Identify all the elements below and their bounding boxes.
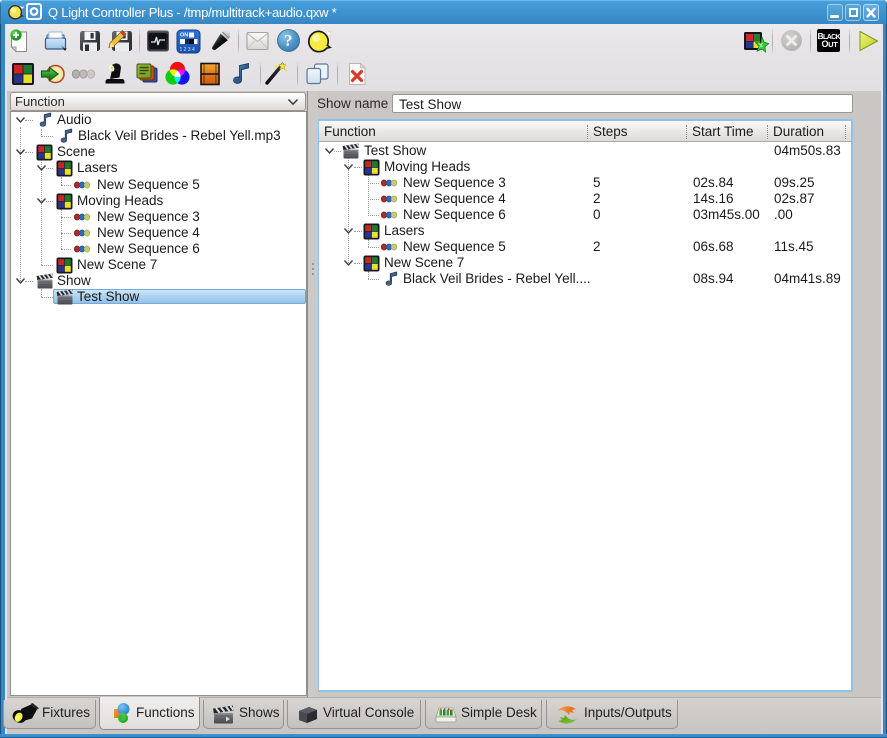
svg-text:ON: ON xyxy=(180,33,188,39)
svg-text:?: ? xyxy=(284,31,293,50)
svg-text:1 2 3 4: 1 2 3 4 xyxy=(180,47,196,53)
